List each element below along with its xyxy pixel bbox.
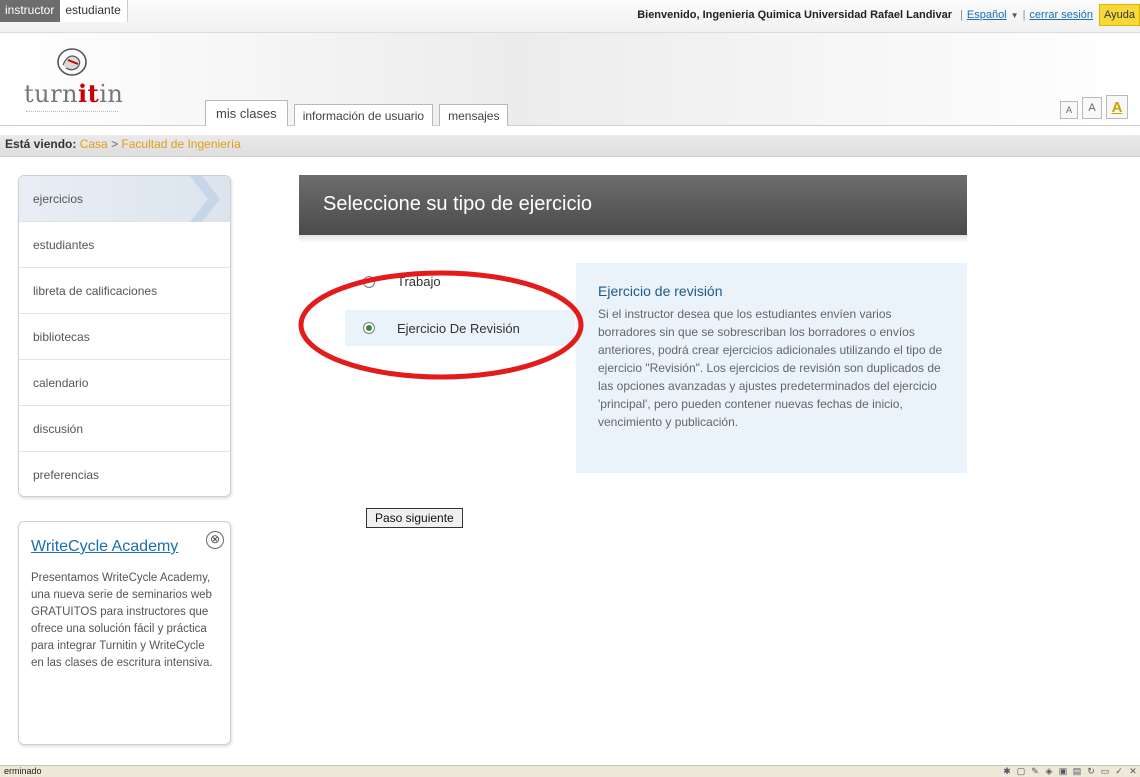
- help-button[interactable]: Ayuda: [1099, 4, 1140, 26]
- divider: |: [960, 9, 963, 21]
- page-icon[interactable]: ▢: [1016, 766, 1026, 776]
- site-header: turnitin mis clases información de usuar…: [0, 33, 1140, 126]
- sidebar-item-calendar[interactable]: calendario: [19, 360, 230, 406]
- addon-icon[interactable]: ✱: [1002, 766, 1012, 776]
- check-icon[interactable]: ✓: [1114, 766, 1124, 776]
- browser-status-bar: erminado ✱ ▢ ✎ ◈ ▣ ▤ ↻ ▭ ✓ ✕: [0, 765, 1140, 777]
- sidebar-item-assignments[interactable]: ejercicios: [19, 176, 230, 222]
- pencil-icon[interactable]: ✎: [1030, 766, 1040, 776]
- turnitin-logo[interactable]: turnitin: [18, 43, 128, 113]
- logo-underline: [26, 111, 118, 117]
- font-size-controls: A A A: [1060, 95, 1128, 119]
- breadcrumb-current-link[interactable]: Facultad de Ingeniería: [121, 137, 240, 151]
- role-tab-instructor[interactable]: instructor: [0, 0, 61, 22]
- status-text: erminado: [4, 766, 42, 776]
- close-icon[interactable]: ⊗: [206, 531, 224, 549]
- breadcrumb: Está viendo: Casa > Facultad de Ingenier…: [0, 135, 1140, 157]
- assignment-type-info: Ejercicio de revisión Si el instructor d…: [576, 263, 967, 473]
- logo-emblem-icon: [57, 48, 87, 76]
- sidebar-item-libraries[interactable]: bibliotecas: [19, 314, 230, 360]
- promo-panel: WriteCycle Academy ⊗ Presentamos WriteCy…: [18, 521, 231, 745]
- sidebar-item-label: calendario: [33, 375, 89, 390]
- main-nav-tabs: mis clases información de usuario mensaj…: [205, 100, 509, 126]
- sidebar-item-gradebook[interactable]: libreta de calificaciones: [19, 268, 230, 314]
- refresh-icon[interactable]: ↻: [1086, 766, 1096, 776]
- font-medium-button[interactable]: A: [1082, 97, 1102, 119]
- sidebar-item-preferences[interactable]: preferencias: [19, 452, 230, 496]
- header-shadow: [299, 235, 967, 243]
- tools-icon[interactable]: ✕: [1128, 766, 1138, 776]
- promo-description: Presentamos WriteCycle Academy, una nuev…: [31, 572, 213, 669]
- shield-icon[interactable]: ◈: [1044, 766, 1054, 776]
- print-icon[interactable]: ▤: [1072, 766, 1082, 776]
- page-title: Seleccione su tipo de ejercicio: [299, 175, 967, 235]
- save-icon[interactable]: ▣: [1058, 766, 1068, 776]
- sidebar-item-discussion[interactable]: discusión: [19, 406, 230, 452]
- window-icon[interactable]: ▭: [1100, 766, 1110, 776]
- chevron-right-icon: [190, 176, 220, 222]
- sidebar-item-label: ejercicios: [33, 191, 84, 206]
- role-switcher: instructor estudiante: [0, 0, 128, 22]
- font-small-button[interactable]: A: [1060, 101, 1078, 119]
- chevron-down-icon[interactable]: ▼: [1011, 11, 1019, 20]
- annotation-ellipse: [298, 270, 584, 380]
- info-description: Si el instructor desea que los estudiant…: [598, 307, 943, 429]
- tab-my-classes[interactable]: mis clases: [205, 100, 288, 126]
- tab-messages[interactable]: mensajes: [439, 104, 509, 126]
- sidebar-item-label: preferencias: [33, 468, 100, 482]
- font-large-button[interactable]: A: [1106, 95, 1128, 119]
- language-selector[interactable]: Español: [967, 9, 1007, 21]
- info-title: Ejercicio de revisión: [598, 283, 723, 299]
- sidebar-item-students[interactable]: estudiantes: [19, 222, 230, 268]
- next-step-button[interactable]: Paso siguiente: [366, 508, 463, 528]
- logout-link[interactable]: cerrar sesión: [1029, 9, 1093, 21]
- class-sidebar: ejercicios estudiantes libreta de califi…: [18, 175, 231, 497]
- top-bar: instructor estudiante Bienvenido, Ingeni…: [0, 0, 1140, 33]
- welcome-area: Bienvenido, Ingenieria Quimica Universid…: [637, 0, 1140, 30]
- divider: |: [1022, 9, 1026, 21]
- sidebar-item-label: estudiantes: [33, 237, 95, 252]
- sidebar-item-label: libreta de calificaciones: [33, 283, 158, 298]
- breadcrumb-separator: >: [111, 137, 119, 151]
- status-icons: ✱ ▢ ✎ ◈ ▣ ▤ ↻ ▭ ✓ ✕: [1002, 766, 1138, 776]
- logo-wordmark: turnitin: [24, 79, 124, 108]
- role-tab-student[interactable]: estudiante: [60, 0, 128, 22]
- promo-title-link[interactable]: WriteCycle Academy: [31, 538, 218, 556]
- welcome-message: Bienvenido, Ingenieria Quimica Universid…: [637, 9, 953, 21]
- tab-user-info[interactable]: información de usuario: [293, 104, 434, 126]
- highlight-ellipse-annotation: [298, 270, 584, 380]
- breadcrumb-label: Está viendo:: [5, 137, 77, 151]
- sidebar-item-label: bibliotecas: [33, 329, 90, 344]
- breadcrumb-home-link[interactable]: Casa: [80, 137, 108, 151]
- sidebar-item-label: discusión: [33, 421, 84, 436]
